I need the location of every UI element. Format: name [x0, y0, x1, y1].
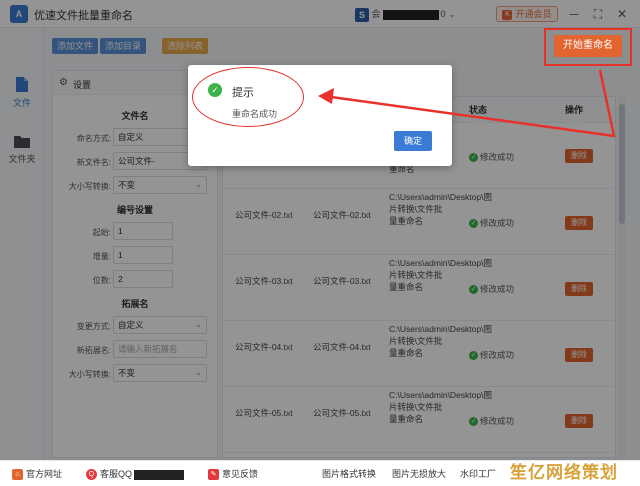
watermark-factory-link[interactable]: 水印工厂: [460, 468, 496, 480]
support-qq-link[interactable]: Q 客服QQ: [86, 468, 185, 481]
site-watermark: 笙亿网络策划: [510, 463, 618, 482]
feedback-label: 意见反馈: [222, 469, 259, 479]
feedback-icon: ✎: [208, 469, 219, 481]
img-convert-link[interactable]: 图片格式转换: [322, 468, 376, 480]
start-button-highlight-box: [544, 28, 632, 66]
official-site-label: 官方网址: [26, 469, 63, 479]
home-icon: ⌂: [12, 469, 23, 481]
masked-qq-number: [134, 469, 185, 480]
confirm-button[interactable]: 确定: [394, 131, 432, 151]
official-site-link[interactable]: ⌂ 官方网址: [12, 468, 63, 481]
dialog-highlight-ellipse: [192, 67, 304, 127]
feedback-link[interactable]: ✎ 意见反馈: [208, 468, 259, 481]
img-compress-link[interactable]: 图片无损放大: [392, 468, 446, 480]
support-qq-label: 客服QQ: [100, 469, 133, 479]
qq-icon: Q: [86, 469, 97, 481]
